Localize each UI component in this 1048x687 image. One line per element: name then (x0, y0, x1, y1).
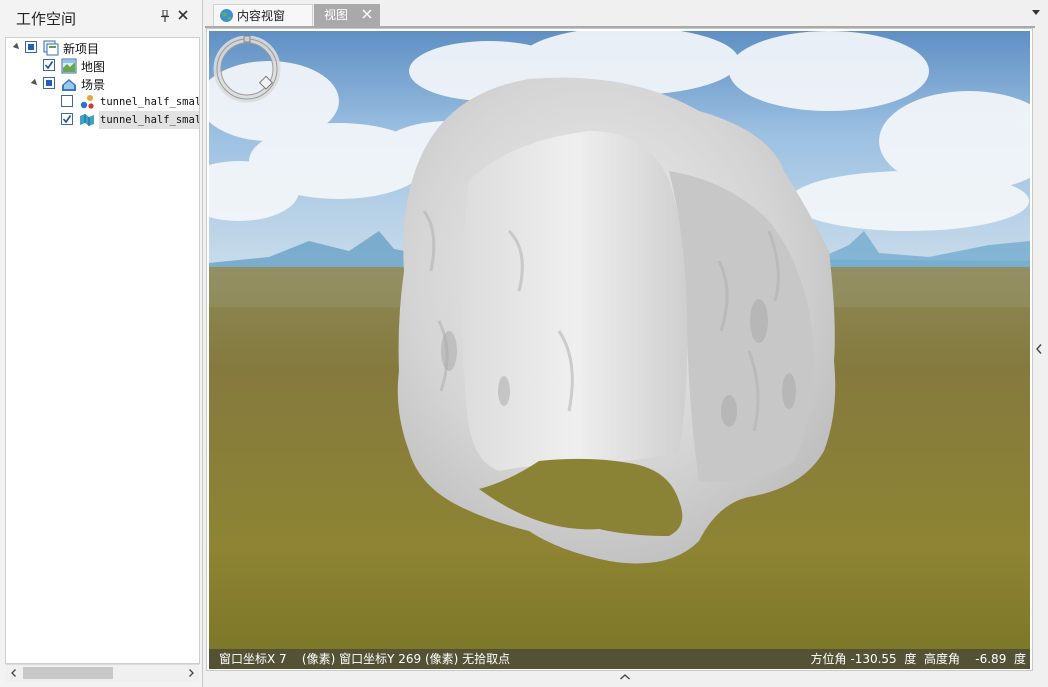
tree-item-scene[interactable]: 场景 (6, 75, 199, 93)
workspace-panel: 工作空间 新项目 地图 场景 tunnel_half_small tunnel_… (0, 0, 203, 687)
collapse-bottom-panel-icon[interactable] (619, 672, 631, 682)
workspace-title: 工作空间 (16, 10, 77, 28)
azimuth-unit: 度 (904, 652, 917, 666)
tree-item-map[interactable]: 地图 (6, 57, 199, 75)
expand-toggle-icon[interactable] (30, 78, 40, 88)
layer-1-checkbox[interactable] (61, 95, 73, 107)
scene-viewport[interactable]: 窗口坐标X 7 (像素) 窗口坐标Y 269 (像素) 无拾取点 方位角 -13… (209, 31, 1030, 669)
horizontal-scrollbar[interactable] (6, 664, 199, 682)
workspace-icon (43, 40, 59, 56)
status-bar: 窗口坐标X 7 (像素) 窗口坐标Y 269 (像素) 无拾取点 方位角 -13… (209, 649, 1030, 669)
tab-view[interactable]: 视图 (314, 4, 380, 26)
point-layer-icon (80, 95, 94, 109)
tab-content-window[interactable]: 内容视窗 (213, 4, 313, 26)
map-checkbox[interactable] (43, 59, 55, 71)
tree-item-label: 新项目 (63, 42, 100, 56)
tab-label: 内容视窗 (237, 9, 286, 23)
tree-item-layer-2[interactable]: tunnel_half_small (6, 111, 200, 129)
map-icon (61, 58, 77, 74)
close-icon[interactable] (176, 8, 190, 22)
status-angles: 方位角 -130.55 度 高度角 -6.89 度 (811, 649, 1026, 669)
elevation-value: -6.89 (975, 652, 1007, 666)
tree-item-label: 地图 (81, 60, 106, 74)
workspace-tree: 新项目 地图 场景 tunnel_half_small tunnel_half_… (5, 37, 200, 664)
project-checkbox[interactable] (25, 41, 37, 53)
collapse-right-panel-icon[interactable] (1034, 343, 1044, 355)
azimuth-value: -130.55 (850, 652, 897, 666)
tree-item-label: tunnel_half_small (100, 114, 200, 126)
globe-icon (220, 9, 233, 22)
scrollbar-thumb[interactable] (23, 667, 113, 679)
tree-item-layer-1[interactable]: tunnel_half_small (6, 93, 200, 111)
navigation-compass-icon[interactable] (209, 31, 285, 107)
scene-checkbox[interactable] (43, 77, 55, 89)
scroll-right-icon[interactable] (186, 668, 196, 678)
tree-item-label: 场景 (81, 78, 106, 92)
expand-toggle-icon[interactable] (12, 42, 22, 52)
status-coordinates: 窗口坐标X 7 (像素) 窗口坐标Y 269 (像素) 无拾取点 (219, 652, 511, 666)
workspace-header: 工作空间 (0, 0, 202, 34)
tab-dropdown-icon[interactable] (1032, 10, 1040, 15)
tab-label: 视图 (324, 8, 349, 22)
scroll-left-icon[interactable] (9, 668, 19, 678)
elevation-label: 高度角 (924, 652, 961, 666)
layer-2-checkbox[interactable] (61, 113, 73, 125)
tab-bar: 内容视窗 视图 (205, 0, 1048, 27)
pin-icon[interactable] (160, 10, 170, 22)
azimuth-label: 方位角 (810, 652, 847, 666)
model-layer-icon (80, 114, 94, 126)
tree-item-label: tunnel_half_small (100, 96, 200, 108)
tree-item-project[interactable]: 新项目 (6, 39, 199, 57)
scene-render (209, 31, 1030, 669)
close-icon[interactable] (362, 9, 372, 19)
elevation-unit: 度 (1013, 652, 1026, 666)
scene-icon (62, 79, 76, 91)
